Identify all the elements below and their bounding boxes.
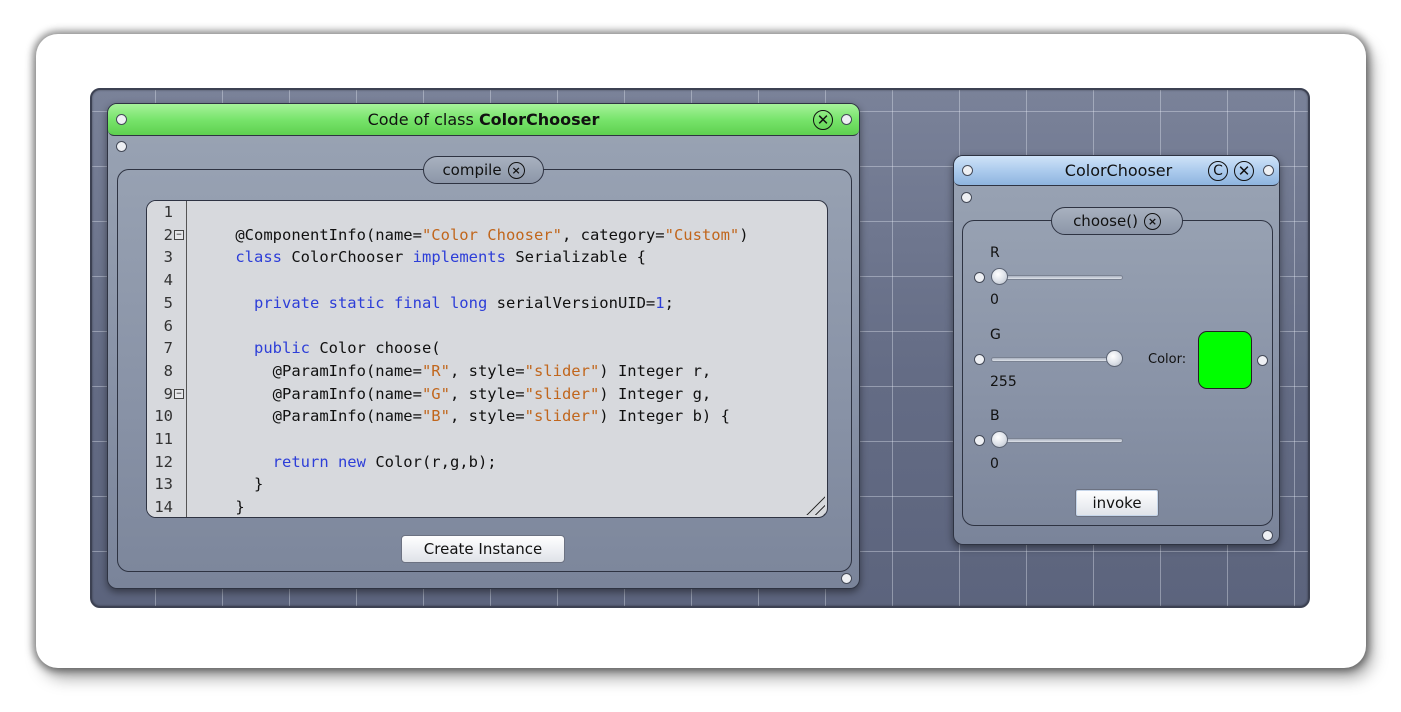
color-chooser-title: ColorChooser <box>1064 161 1173 180</box>
color-chooser-titlebar[interactable]: ColorChooser <box>954 156 1279 186</box>
line-number: 11 <box>154 430 173 448</box>
code-window-port-top-left[interactable] <box>116 114 127 125</box>
code-line: @ComponentInfo(name="Color Chooser", cat… <box>235 225 749 244</box>
close-icon[interactable]: ✕ <box>1234 161 1254 181</box>
slider-b-value: 0 <box>990 456 999 472</box>
invoke-button[interactable]: invoke <box>1075 489 1159 517</box>
chooser-port-input[interactable] <box>961 192 972 203</box>
slider-r-label: R <box>990 245 1000 261</box>
c-icon[interactable]: C <box>1208 161 1228 181</box>
line-number: 7 <box>163 339 173 358</box>
code-window-title-prefix: Code of class <box>367 110 479 129</box>
choose-method-label: choose() <box>1073 212 1138 230</box>
close-icon[interactable]: × <box>1143 212 1161 230</box>
create-instance-button[interactable]: Create Instance <box>401 535 565 563</box>
code-line: public Color choose( <box>235 339 441 358</box>
color-output-port[interactable] <box>1257 355 1268 366</box>
compile-button[interactable]: compile × <box>423 156 544 184</box>
line-number: 6 <box>163 316 173 335</box>
code-line: class ColorChooser implements Serializab… <box>235 248 646 267</box>
slider-g-thumb[interactable] <box>1106 350 1123 367</box>
slider-r-port[interactable] <box>974 272 985 283</box>
code-window-port-input[interactable] <box>116 141 127 152</box>
compile-label: compile <box>442 161 502 179</box>
code-line: @ParamInfo(name="G", style="slider") Int… <box>235 384 712 403</box>
slider-r-thumb[interactable] <box>991 268 1008 285</box>
line-number: 12 <box>154 452 173 471</box>
slider-g-label: G <box>990 327 1001 343</box>
close-icon[interactable]: × <box>507 161 525 179</box>
slider-r-value: 0 <box>990 292 999 308</box>
code-line: @ParamInfo(name="B", style="slider") Int… <box>235 407 730 426</box>
code-window-title-class: ColorChooser <box>478 110 600 129</box>
line-number: 10 <box>154 407 173 426</box>
line-number: 14 <box>154 498 173 517</box>
code-window-titlebar[interactable]: Code of class ColorChooser <box>108 104 859 136</box>
line-number-gutter: 1 2 3 4 5 6 7 8 9 10 11 12 13 14 <box>147 201 187 517</box>
color-output-label: Color: <box>1148 352 1187 367</box>
slider-g-value: 255 <box>990 374 1017 390</box>
slider-b-port[interactable] <box>974 435 985 446</box>
fold-toggle-icon[interactable]: − <box>174 389 184 399</box>
line-number: 5 <box>163 293 173 312</box>
line-number: 2 <box>163 225 173 244</box>
line-number: 4 <box>163 271 173 290</box>
line-number: 1 <box>163 203 173 221</box>
code-window-port-top-right[interactable] <box>841 114 852 125</box>
line-number: 13 <box>154 475 173 494</box>
line-number: 3 <box>163 248 173 267</box>
code-editor[interactable]: 1 2 3 4 5 6 7 8 9 10 11 12 13 14 − − @ComponentInfo(n… <box>146 200 828 518</box>
code-line: } <box>235 475 264 494</box>
code-window-port-bottom-right[interactable] <box>841 573 852 584</box>
slider-r-track[interactable] <box>991 275 1123 280</box>
chooser-port-top-left[interactable] <box>962 165 973 176</box>
slider-g-track[interactable] <box>991 357 1123 362</box>
slider-g-port[interactable] <box>974 354 985 365</box>
fold-toggle-icon[interactable]: − <box>174 230 184 240</box>
line-number: 8 <box>163 361 173 380</box>
slider-b-label: B <box>990 408 1000 424</box>
choose-method-button[interactable]: choose() × <box>1051 207 1183 235</box>
code-line: } <box>235 498 245 517</box>
resize-grip-icon[interactable] <box>805 495 825 515</box>
chooser-port-bottom-right[interactable] <box>1262 530 1273 541</box>
code-line: private static final long serialVersionU… <box>235 293 674 312</box>
code-line: @ParamInfo(name="R", style="slider") Int… <box>235 361 712 380</box>
line-number: 9 <box>163 384 173 403</box>
color-swatch <box>1198 331 1252 389</box>
chooser-port-top-right[interactable] <box>1263 165 1274 176</box>
close-icon[interactable]: ✕ <box>813 110 833 130</box>
code-line: return new Color(r,g,b); <box>235 452 497 471</box>
slider-b-track[interactable] <box>991 438 1123 443</box>
slider-b-thumb[interactable] <box>991 431 1008 448</box>
